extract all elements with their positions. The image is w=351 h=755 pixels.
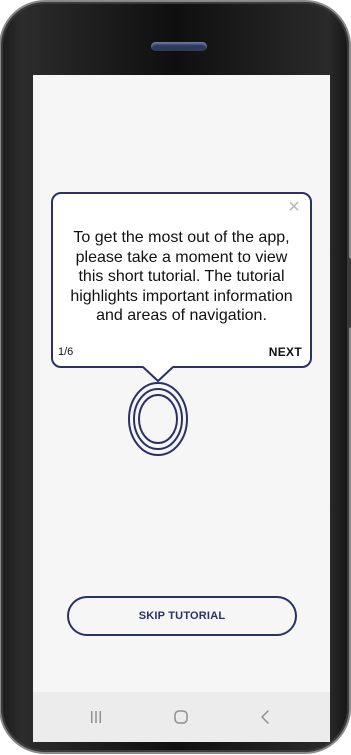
system-navigation-bar xyxy=(33,692,330,742)
home-icon[interactable] xyxy=(171,707,191,727)
tutorial-tooltip: × To get the most out of the app, please… xyxy=(51,192,312,368)
recent-apps-icon[interactable] xyxy=(86,707,106,727)
tooltip-message: To get the most out of the app, please t… xyxy=(70,229,293,324)
highlight-target-icon[interactable] xyxy=(127,381,189,457)
next-button[interactable]: NEXT xyxy=(269,345,302,359)
earpiece-speaker xyxy=(151,42,207,51)
phone-frame: × To get the most out of the app, please… xyxy=(1,2,349,752)
skip-tutorial-button[interactable]: SKIP TUTORIAL xyxy=(67,596,297,636)
step-counter: 1/6 xyxy=(58,346,74,358)
device-screen: × To get the most out of the app, please… xyxy=(33,75,330,742)
back-icon[interactable] xyxy=(256,707,276,727)
close-icon[interactable]: × xyxy=(286,197,302,217)
side-key xyxy=(347,258,351,328)
